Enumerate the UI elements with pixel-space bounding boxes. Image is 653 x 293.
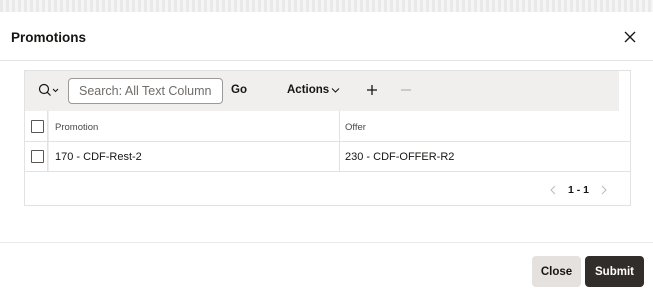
pagination: 1 - 1 (549, 184, 608, 196)
background-page-strip (0, 0, 653, 12)
offer-cell: 230 - CDF-OFFER-R2 (345, 151, 455, 163)
chevron-left-icon (550, 185, 556, 195)
column-divider (339, 142, 340, 171)
actions-label: Actions (287, 84, 330, 96)
promotions-grid-panel: Go Actions Promotion Offer 170 - CDF-Res… (24, 70, 631, 206)
column-divider (339, 111, 340, 141)
table-row[interactable]: 170 - CDF-Rest-2 230 - CDF-OFFER-R2 (25, 142, 630, 172)
column-header-offer[interactable]: Offer (345, 122, 366, 133)
go-button[interactable]: Go (231, 84, 247, 96)
footer-divider (0, 242, 653, 243)
search-input[interactable] (68, 78, 223, 104)
dialog-title: Promotions (11, 30, 87, 45)
row-select-checkbox[interactable] (31, 150, 44, 163)
grid-toolbar: Go Actions (25, 71, 619, 111)
grid-header-row: Promotion Offer (25, 111, 630, 142)
close-button[interactable]: Close (532, 256, 581, 287)
column-divider (47, 111, 49, 141)
column-divider (47, 142, 49, 171)
minus-icon (401, 89, 411, 91)
chevron-right-icon (601, 185, 607, 195)
column-header-promotion[interactable]: Promotion (55, 122, 98, 133)
close-icon[interactable] (621, 28, 639, 46)
header-divider (0, 60, 653, 61)
promotion-cell: 170 - CDF-Rest-2 (55, 151, 142, 163)
submit-button[interactable]: Submit (585, 256, 644, 287)
chevron-down-icon (331, 88, 340, 93)
plus-icon[interactable] (365, 83, 379, 97)
actions-menu-button[interactable]: Actions (287, 84, 340, 96)
select-all-checkbox[interactable] (31, 120, 44, 133)
page-range: 1 - 1 (568, 184, 590, 196)
search-icon[interactable] (37, 82, 61, 100)
